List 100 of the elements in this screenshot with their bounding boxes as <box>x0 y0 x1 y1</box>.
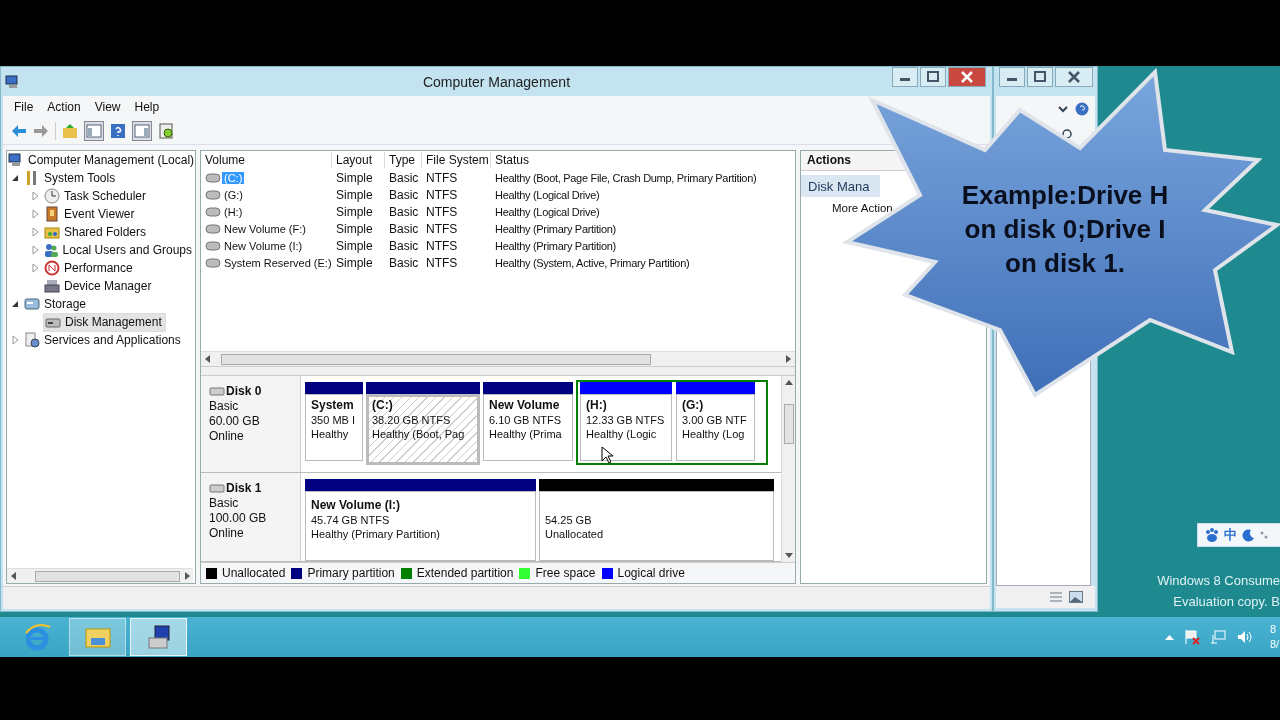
drive-list-item[interactable]: (H:) <box>222 205 245 218</box>
details-view-icon[interactable] <box>1049 591 1063 603</box>
tree-item[interactable]: Services and Applications <box>23 331 184 349</box>
table-cell-text: Healthy (Boot, Page File, Crash Dump, Primary Partition) <box>494 171 758 184</box>
partition-type-bar <box>305 382 363 395</box>
drive-list-item[interactable]: New Volume (I:) <box>222 239 305 252</box>
scroll-left-arrow-icon[interactable] <box>9 571 19 581</box>
help-icon[interactable] <box>110 122 126 139</box>
flag-icon[interactable] <box>1184 629 1200 645</box>
volume-icon <box>205 189 221 200</box>
disk-size: 100.00 GB <box>209 511 268 526</box>
speaker-icon[interactable] <box>1236 629 1254 645</box>
moon-icon[interactable] <box>1241 528 1255 542</box>
table-cell-text: Basic <box>388 187 420 202</box>
tree-item[interactable]: System Tools <box>23 169 119 187</box>
maximize-icon[interactable] <box>1027 67 1053 87</box>
tree-pane-icon[interactable] <box>86 122 102 139</box>
drive-list-item[interactable]: System Reserved (E:) <box>222 256 334 269</box>
window-title: Computer Management <box>422 74 571 90</box>
partition-block[interactable]: 54.25 GB Unallocated <box>539 491 774 562</box>
partition-block[interactable]: System 350 MB I Healthy <box>305 394 363 462</box>
partition-status: Healthy (Boot, Pag <box>372 428 466 441</box>
partition-status: Healthy (Log <box>682 428 746 441</box>
chevron-down-icon[interactable] <box>1057 103 1069 115</box>
partition-size: 12.33 GB NTFS <box>586 414 666 427</box>
vertical-scrollbar[interactable] <box>781 376 795 563</box>
column-header[interactable]: Status <box>491 151 795 168</box>
close-icon[interactable] <box>1055 67 1093 87</box>
scroll-up-arrow-icon[interactable] <box>783 378 794 387</box>
partition-name: System <box>311 398 355 413</box>
menu-item[interactable]: File <box>7 97 41 116</box>
taskbar-button[interactable] <box>130 618 187 656</box>
scroll-left-arrow-icon[interactable] <box>203 354 213 365</box>
tree-item[interactable]: Shared Folders <box>43 223 150 241</box>
maximize-icon[interactable] <box>920 67 946 87</box>
tree-item[interactable]: Computer Management (Local) <box>7 151 195 169</box>
collapsed-arrow-icon[interactable] <box>9 334 21 346</box>
drive-list-item[interactable]: New Volume (F:) <box>222 222 308 235</box>
table-cell-text: Healthy (Primary Partition) <box>494 239 617 252</box>
close-icon[interactable] <box>948 67 986 87</box>
partition-name: (C:) <box>372 398 394 413</box>
tree-item[interactable]: Performance <box>43 259 136 277</box>
scroll-right-arrow-icon[interactable] <box>182 571 192 581</box>
scrollbar-thumb[interactable] <box>783 404 794 445</box>
horizontal-scrollbar[interactable] <box>201 351 795 367</box>
scrollbar-thumb[interactable] <box>221 353 651 365</box>
paw-icon[interactable] <box>1204 527 1220 543</box>
action-pane-icon[interactable] <box>134 122 150 139</box>
partition-block[interactable]: (C:) 38.20 GB NTFS Healthy (Boot, Pag <box>366 394 480 466</box>
column-header[interactable]: Volume <box>201 151 332 168</box>
scrollbar-thumb[interactable] <box>35 570 180 582</box>
collapsed-arrow-icon[interactable] <box>29 190 41 202</box>
partition-size: 38.20 GB NTFS <box>372 414 452 427</box>
menu-item[interactable]: Action <box>40 97 88 116</box>
network-icon[interactable] <box>1210 629 1226 645</box>
help-icon[interactable] <box>1075 102 1089 116</box>
tree-item[interactable]: Task Scheduler <box>43 187 150 205</box>
table-cell-text: Basic <box>388 238 420 253</box>
minimize-icon[interactable] <box>892 67 918 87</box>
collapsed-arrow-icon[interactable] <box>29 208 41 220</box>
partition-block[interactable]: (G:) 3.00 GB NTF Healthy (Log <box>676 394 755 462</box>
mouse-cursor-icon <box>601 446 613 464</box>
column-header[interactable]: File System <box>422 151 491 168</box>
actions-section[interactable]: Disk Mana <box>801 175 880 197</box>
computer-icon <box>5 73 21 90</box>
column-header[interactable]: Layout <box>332 151 385 168</box>
partition-block[interactable]: New Volume (I:) 45.74 GB NTFS Healthy (Primary Partition) <box>305 491 536 562</box>
table-cell-text: Healthy (System, Active, Primary Partition) <box>494 256 691 269</box>
partition-status: Healthy (Logic <box>586 428 658 441</box>
partition-status: Healthy (Prima <box>489 428 563 441</box>
table-cell-text: Healthy (Logical Drive) <box>494 205 601 218</box>
action-link[interactable]: More Action <box>832 197 893 218</box>
table-cell-text: Basic <box>388 221 420 236</box>
tree-item[interactable]: Local Users and Groups <box>41 241 195 259</box>
horizontal-scrollbar[interactable] <box>7 568 193 583</box>
partition-block[interactable]: New Volume 6.10 GB NTFS Healthy (Prima <box>483 394 573 462</box>
tree-item[interactable]: Event Viewer <box>43 205 138 223</box>
column-header[interactable]: Type <box>385 151 422 168</box>
minimize-icon[interactable] <box>999 67 1025 87</box>
drive-list-item[interactable]: (G:) <box>222 188 245 201</box>
up-folder-icon[interactable] <box>62 122 78 139</box>
partition-block[interactable]: (H:) 12.33 GB NTFS Healthy (Logic <box>580 394 672 462</box>
image-view-icon[interactable] <box>1069 591 1083 603</box>
collapsed-arrow-icon[interactable] <box>29 244 41 256</box>
caret-up-icon[interactable] <box>1165 634 1174 640</box>
input-mode-toggle[interactable]: 中 <box>1224 526 1237 544</box>
properties-icon[interactable] <box>158 122 174 139</box>
table-cell-text: Simple <box>335 187 374 202</box>
menu-item[interactable]: View <box>87 97 128 116</box>
tree-item[interactable]: Device Manager <box>43 277 155 295</box>
shared-folder-icon <box>44 224 60 240</box>
callout-text: Example:Drive H on disk 0;Drive I on disk 1. <box>960 179 1170 280</box>
scroll-right-arrow-icon[interactable] <box>783 354 793 365</box>
partition-name: (G:) <box>682 398 705 413</box>
tree-item[interactable]: Disk Management <box>43 312 166 332</box>
tree-item[interactable]: Storage <box>23 295 90 313</box>
collapsed-arrow-icon[interactable] <box>29 226 41 238</box>
menu-item[interactable]: Help <box>127 97 167 116</box>
collapsed-arrow-icon[interactable] <box>29 262 41 274</box>
forward-arrow-icon[interactable] <box>33 122 49 139</box>
